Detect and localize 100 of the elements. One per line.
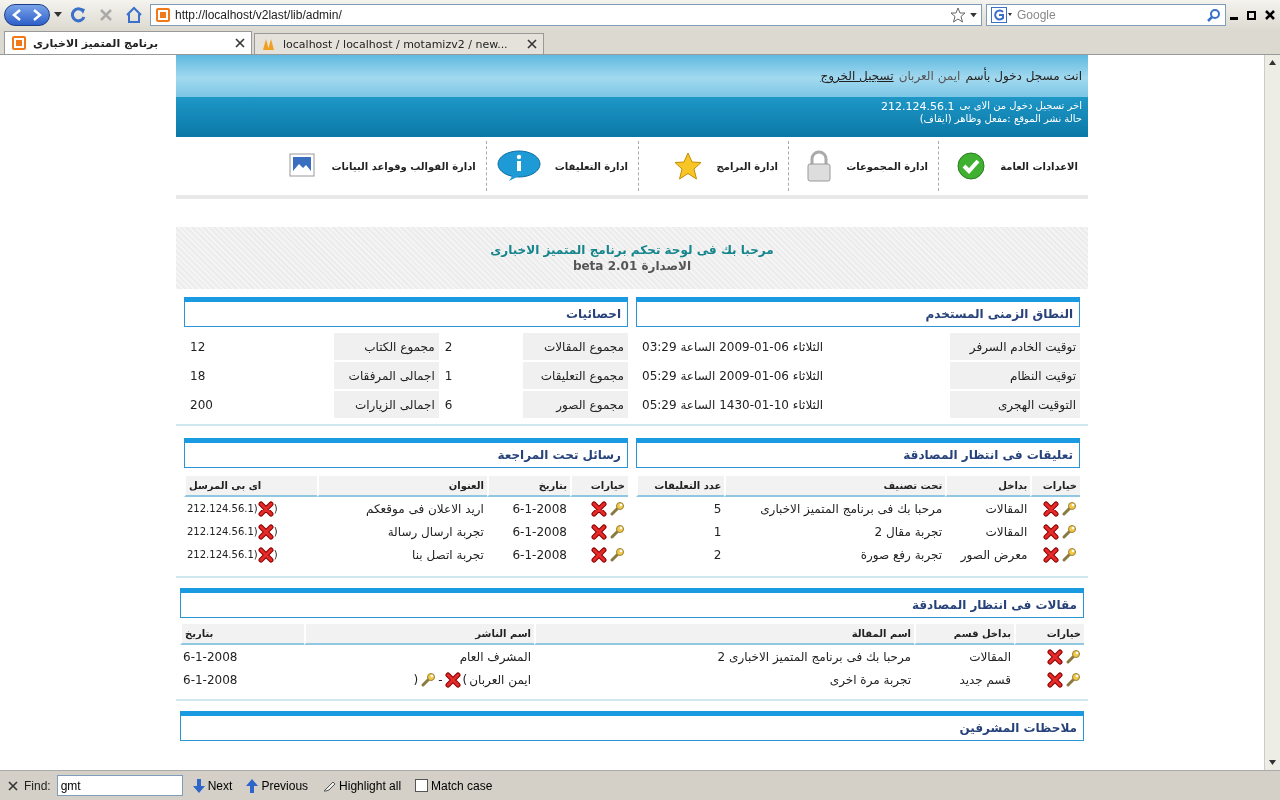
nav-item[interactable]: ادارة البرامج bbox=[638, 141, 788, 191]
table-cell-text: المقالات bbox=[984, 500, 1029, 518]
delete-icon[interactable] bbox=[257, 523, 274, 540]
delete-icon[interactable] bbox=[1043, 523, 1059, 540]
site-status-text: حالة نشر الموقع :مفعل وظاهر (ايقاف) bbox=[918, 113, 1082, 124]
label-cell: اجمالى الزيارات bbox=[333, 391, 439, 418]
label-cell: اجمالى المرفقات bbox=[333, 362, 439, 389]
up-arrow-icon[interactable] bbox=[246, 778, 259, 793]
panel-title: مقالات فى انتظار المصادقة bbox=[180, 588, 1084, 618]
table-cell-text: اريد الاعلان فى موقعكم bbox=[364, 500, 485, 518]
label-cell: مجموع الصور bbox=[523, 391, 628, 418]
table-cell-text: 5 bbox=[712, 500, 723, 518]
find-label: Find: bbox=[24, 778, 51, 793]
close-icon[interactable] bbox=[8, 780, 18, 791]
bracket: ( bbox=[413, 672, 419, 687]
label-cell: مجموع التعليقات bbox=[523, 362, 628, 389]
window-controls-icon[interactable] bbox=[1230, 9, 1276, 21]
value-cell-text: 1 bbox=[443, 367, 454, 385]
column-header: خيارات bbox=[1014, 624, 1084, 645]
column-header: بتاريخ bbox=[180, 624, 304, 645]
bracket: ( bbox=[273, 503, 278, 514]
close-icon[interactable] bbox=[527, 39, 537, 49]
find-field[interactable]: gmt bbox=[56, 775, 183, 796]
caret-icon[interactable] bbox=[970, 12, 977, 18]
delete-icon[interactable] bbox=[444, 671, 461, 688]
favicon bbox=[155, 7, 171, 23]
table-cell-text: 6-1-2008 bbox=[511, 523, 568, 541]
login-text: انت مسجل دخول بأسم bbox=[965, 69, 1082, 83]
delete-icon[interactable] bbox=[257, 500, 274, 517]
panel-title: ملاحظات المشرفين bbox=[180, 711, 1084, 741]
column-header: خيارات bbox=[1030, 476, 1080, 497]
delete-icon[interactable] bbox=[591, 523, 607, 540]
welcome-title: مرحبا بك فى لوحة تحكم برنامج المتميز الاخبارى bbox=[490, 243, 774, 257]
table-cell-text: تجربة ارسال رسالة bbox=[386, 523, 485, 542]
column-header: خيارات bbox=[569, 476, 628, 497]
column-header: بداخل قسم bbox=[914, 624, 1014, 645]
column-header: بتاريخ bbox=[486, 476, 570, 497]
column-header: اسم المقالة bbox=[534, 624, 914, 645]
value-cell-text: الثلاثاء 06-01-2009 الساعة 05:29 bbox=[641, 367, 825, 385]
star-outline-icon[interactable] bbox=[950, 7, 966, 23]
value-cell-text: الثلاثاء 10-01-1430 الساعة 05:29 bbox=[641, 396, 825, 414]
publisher-name: المشرف العام bbox=[459, 649, 531, 664]
table-cell-text: 6-1-2008 bbox=[182, 648, 239, 666]
column-header: عدد التعليقات bbox=[636, 476, 725, 497]
previous-button[interactable]: Previous bbox=[242, 778, 313, 793]
delete-icon[interactable] bbox=[591, 500, 607, 517]
table-cell-text: معرض الصور bbox=[959, 546, 1029, 565]
close-icon[interactable] bbox=[235, 38, 245, 48]
panel-title: تعليقات فى انتظار المصادقة bbox=[636, 438, 1080, 468]
nav-item[interactable]: ادارة القوالب وقواعد البيانات bbox=[277, 141, 486, 191]
delete-icon[interactable] bbox=[1047, 671, 1063, 688]
bracket: ( bbox=[273, 526, 278, 537]
nav-item[interactable]: الاعدادات العامة bbox=[938, 141, 1088, 191]
panel-title: رسائل تحت المراجعة bbox=[184, 438, 628, 468]
label-cell: مجموع المقالات bbox=[523, 333, 628, 360]
logout-link[interactable]: تسجيل الخروج bbox=[820, 69, 894, 83]
nav-item[interactable]: ادارة المجموعات bbox=[788, 141, 938, 191]
table-cell-text: 6-1-2008 bbox=[511, 500, 568, 518]
ip-address: 212.124.56.1 bbox=[187, 549, 254, 560]
bracket: ( bbox=[253, 526, 258, 537]
ip-address: 212.124.56.1 bbox=[187, 526, 254, 537]
table-cell-text: قسم جديد bbox=[958, 671, 1012, 689]
last-login-text: اخر تسجيل دخول من الاى بى bbox=[959, 100, 1082, 113]
panel-title: النطاق الزمنى المستخدم bbox=[636, 297, 1080, 327]
bracket: ( bbox=[253, 549, 258, 560]
bracket: ( bbox=[273, 549, 278, 560]
value-cell-text: 18 bbox=[189, 367, 207, 385]
value-cell-text: 200 bbox=[189, 396, 214, 414]
version-text: الاصدارة beta 2.01 bbox=[572, 259, 692, 273]
info-bubble-icon bbox=[496, 150, 541, 182]
value-cell-text: الثلاثاء 06-01-2009 الساعة 03:29 bbox=[641, 338, 825, 356]
highlight-all-button[interactable]: Highlight all bbox=[318, 778, 406, 793]
browser-tab[interactable]: برنامج المتميز الاخبارى bbox=[4, 31, 252, 54]
caret-icon[interactable] bbox=[54, 12, 62, 18]
address-field[interactable]: http://localhost/v2last/lib/admin/ bbox=[150, 4, 982, 26]
table-cell-text: 6-1-2008 bbox=[182, 671, 239, 689]
delete-icon[interactable] bbox=[257, 546, 274, 563]
delete-icon[interactable] bbox=[1047, 648, 1063, 665]
search-field[interactable]: Google bbox=[986, 4, 1226, 26]
delete-icon[interactable] bbox=[1043, 546, 1059, 563]
table-cell-text: 2 bbox=[712, 546, 723, 564]
next-button[interactable]: Next bbox=[188, 778, 237, 793]
column-header: بداخل bbox=[945, 476, 1031, 497]
match-case-checkbox[interactable]: Match case bbox=[411, 778, 497, 793]
label-cell: توقيت النظام bbox=[950, 362, 1080, 389]
down-arrow-icon[interactable] bbox=[192, 778, 205, 793]
delete-icon[interactable] bbox=[1043, 500, 1059, 517]
browser-tab[interactable]: localhost / localhost / motamizv2 / new... bbox=[254, 33, 544, 54]
label-cell: مجموع الكتاب bbox=[333, 333, 439, 360]
bracket: ) bbox=[462, 672, 468, 687]
nav-item[interactable]: ادارة التعليقات bbox=[485, 141, 638, 191]
search-icon[interactable] bbox=[1207, 8, 1221, 22]
search-engine-icon[interactable] bbox=[991, 7, 1013, 23]
padlock-icon bbox=[806, 150, 833, 182]
delete-icon[interactable] bbox=[591, 546, 607, 563]
label-cell: التوقيت الهجرى bbox=[950, 391, 1080, 418]
column-header: اسم الناشر bbox=[304, 624, 534, 645]
star-icon bbox=[672, 151, 703, 181]
table-cell-text: تجربة رفع صورة bbox=[859, 546, 944, 565]
favicon bbox=[11, 35, 27, 51]
